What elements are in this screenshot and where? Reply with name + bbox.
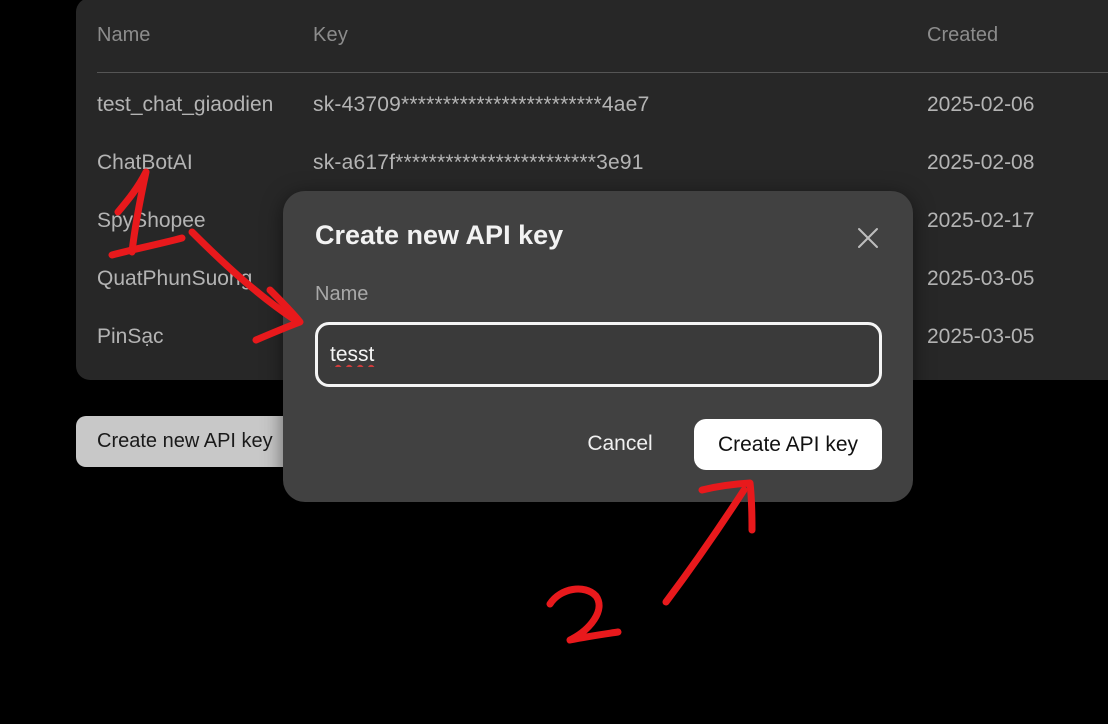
create-api-key-button[interactable]: Create API key bbox=[694, 419, 882, 470]
key-name: test_chat_giaodien bbox=[97, 93, 274, 116]
key-value: sk-a617f************************3e91 bbox=[313, 151, 644, 174]
table-row: ChatBotAI sk-a617f**********************… bbox=[97, 131, 1108, 189]
table-row: test_chat_giaodien sk-43709*************… bbox=[97, 73, 1108, 131]
header-key: Key bbox=[313, 24, 349, 46]
key-created: 2025-03-05 bbox=[927, 267, 1035, 290]
create-api-key-dialog: Create new API key Name Cancel Create AP… bbox=[283, 191, 913, 502]
key-created: 2025-03-05 bbox=[927, 325, 1035, 348]
annotation-step-1-label: 1 bbox=[0, 0, 1, 1]
key-created: 2025-02-06 bbox=[927, 93, 1035, 116]
key-value: sk-43709************************4ae7 bbox=[313, 93, 650, 116]
key-created: 2025-02-17 bbox=[927, 209, 1035, 232]
name-input[interactable] bbox=[315, 322, 882, 387]
cancel-button[interactable]: Cancel bbox=[566, 419, 674, 469]
close-icon bbox=[858, 228, 878, 248]
key-name: QuatPhunSuong bbox=[97, 267, 253, 290]
annotation-step-2-label: 2 bbox=[0, 0, 1, 1]
table-header: Name Key Created bbox=[97, 0, 1108, 73]
key-name: PinSạc bbox=[97, 325, 164, 348]
header-name: Name bbox=[97, 24, 151, 46]
key-name: ChatBotAI bbox=[97, 151, 193, 174]
close-button[interactable] bbox=[855, 225, 881, 251]
key-created: 2025-02-08 bbox=[927, 151, 1035, 174]
key-name: SpyShopee bbox=[97, 209, 206, 232]
header-created: Created bbox=[927, 24, 999, 46]
annotation-step-2 bbox=[546, 585, 622, 644]
name-field-label: Name bbox=[315, 283, 369, 305]
dialog-title: Create new API key bbox=[315, 220, 564, 250]
